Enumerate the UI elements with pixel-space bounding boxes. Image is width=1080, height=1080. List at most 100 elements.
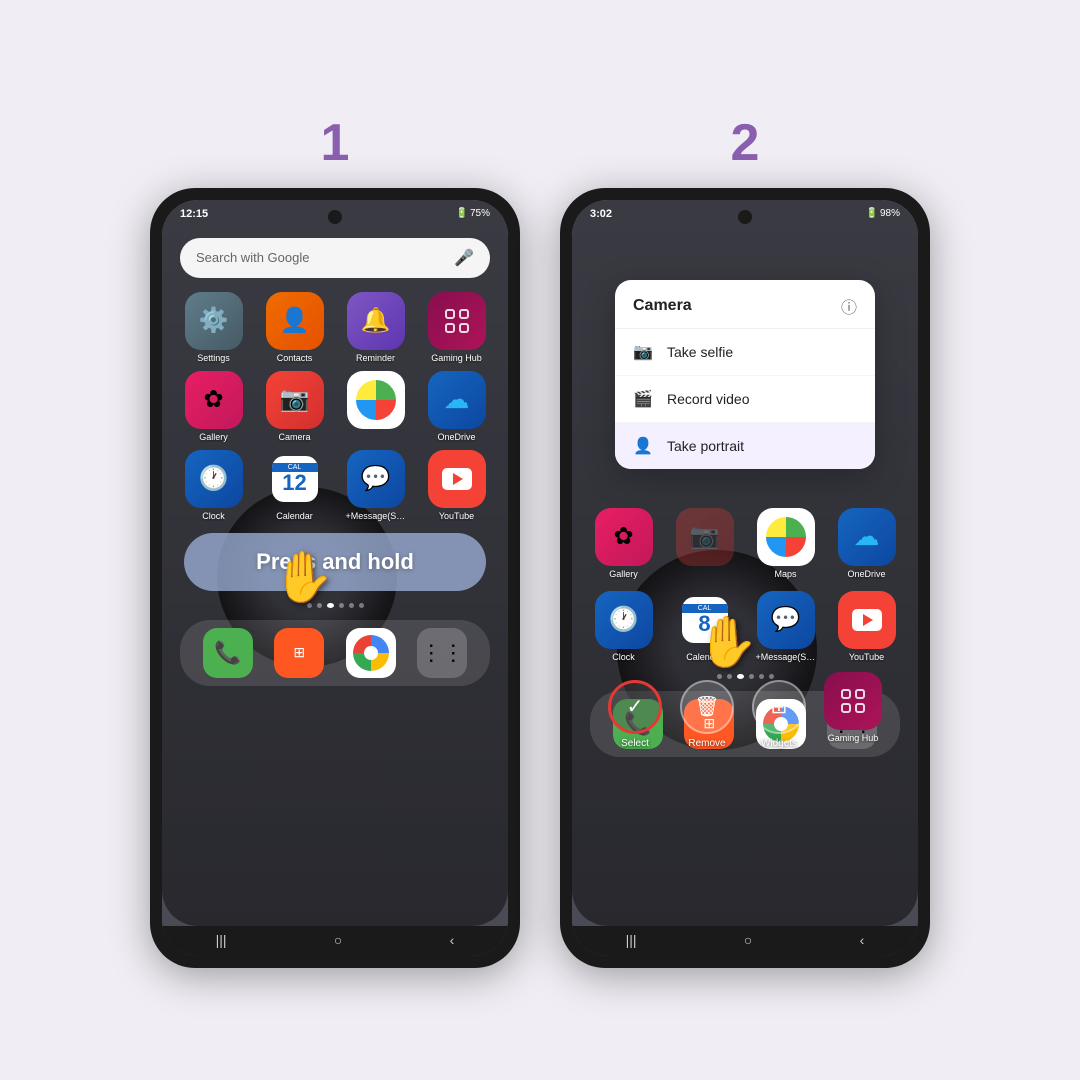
phone-1-nav-bar: ||| ○ ‹ [162,926,508,956]
onedrive-icon-2: ☁ [838,508,896,566]
app-message-2[interactable]: 💬 +Message(SM... [748,591,823,662]
app-grid-row1: ⚙️ Settings 👤 Contacts 🔔 Reminder [172,292,498,363]
clock-label: Clock [202,511,225,521]
app-onedrive[interactable]: ☁ OneDrive [419,371,494,442]
calendar-icon: CAL 12 [266,450,324,508]
gaming-dots [445,309,469,333]
app-camera[interactable]: 📷 Camera [257,371,332,442]
context-menu-header: Camera ⓘ [615,280,875,329]
clock-icon-2: 🕐 [595,591,653,649]
message-label: +Message(SM... [346,511,406,521]
app-gallery[interactable]: ✿ Gallery [176,371,251,442]
phone-1-time: 12:15 [180,208,208,220]
app-calendar[interactable]: CAL 12 Calendar [257,450,332,521]
gaming-dots-2 [841,689,865,713]
maps-label-2: Maps [774,569,796,579]
app-gaming-hub[interactable]: Gaming Hub [419,292,494,363]
phone-1-status-icons: 🔋 75% [456,208,490,219]
youtube-icon [428,450,486,508]
app-gallery-2[interactable]: ✿ Gallery [586,508,661,579]
app-clock[interactable]: 🕐 Clock [176,450,251,521]
nav-menu-icon-2: ||| [626,932,637,948]
clock-icon: 🕐 [185,450,243,508]
phone-2-status-icons: 🔋 98% [866,208,900,219]
step-2: 2 3:02 🔋 98% [560,113,930,968]
cal-num: 12 [282,472,306,494]
app-contacts[interactable]: 👤 Contacts [257,292,332,363]
mic-icon: 🎤 [454,248,474,268]
clock-label-2: Clock [612,652,635,662]
calendar-label: Calendar [276,511,313,521]
widgets-label: Widgets [761,738,797,749]
selfie-icon: 📷 [633,342,653,362]
phone-2-home: Camera ⓘ 📷 Take selfie 🎬 Record video [572,200,918,926]
phone-1-notch [328,210,342,224]
context-menu-info-icon[interactable]: ⓘ [841,294,857,318]
reminder-icon: 🔔 [347,292,405,350]
nav-back-icon: ‹ [450,932,455,948]
dot2-5 [759,674,764,679]
portrait-icon: 👤 [633,436,653,456]
app-clock-2[interactable]: 🕐 Clock [586,591,661,662]
page-dots-1 [172,599,498,612]
message-icon-2: 💬 [757,591,815,649]
nav-home-icon-2: ○ [744,932,752,948]
context-menu-take-portrait[interactable]: 👤 Take portrait [615,423,875,469]
context-menu: Camera ⓘ 📷 Take selfie 🎬 Record video [615,280,875,469]
app-maps-placeholder [338,371,413,442]
remove-circle: 🗑 [680,680,734,734]
context-menu-record-video[interactable]: 🎬 Record video [615,376,875,423]
dot-6 [359,603,364,608]
dock-chrome-icon[interactable] [346,628,396,678]
context-menu-take-selfie[interactable]: 📷 Take selfie [615,329,875,376]
main-container: 1 12:15 🔋 75% [120,83,960,998]
app-gaming-hub-2[interactable]: Gaming Hub [824,672,882,743]
action-select[interactable]: ✓ Select [608,680,662,751]
take-selfie-text: Take selfie [667,344,733,360]
battery-level-2: 98% [880,208,900,219]
nav-back-icon-2: ‹ [860,932,865,948]
maps-circle [356,380,396,420]
maps-icon-2 [757,508,815,566]
maps-icon [347,371,405,429]
app-onedrive-2[interactable]: ☁ OneDrive [829,508,904,579]
remove-label: Remove [688,738,725,749]
onedrive-icon: ☁ [428,371,486,429]
phone-1-home: Search with Google 🎤 ⚙️ Settings 👤 Conta… [162,200,508,926]
youtube-icon-2 [838,591,896,649]
app-maps-2[interactable]: Maps [748,508,823,579]
dock-apps-icon[interactable]: ⋮⋮ [417,628,467,678]
hand-cursor-2: ✋ [697,613,759,672]
calendar-inner: CAL 12 [272,456,318,502]
action-widgets[interactable]: ⊞ Widgets [752,680,806,751]
widgets-circle: ⊞ [752,680,806,734]
reminder-label: Reminder [356,353,395,363]
action-remove[interactable]: 🗑 Remove [680,680,734,751]
dock-samsung-icon[interactable]: ⊞ [274,628,324,678]
app-reminder[interactable]: 🔔 Reminder [338,292,413,363]
youtube-label: YouTube [439,511,474,521]
settings-label: Settings [197,353,230,363]
chrome-icon [353,635,389,671]
contacts-icon: 👤 [266,292,324,350]
nav-home-icon: ○ [334,932,342,948]
search-text: Search with Google [196,250,309,265]
app-message[interactable]: 💬 +Message(SM... [338,450,413,521]
record-icon: 🎬 [633,389,653,409]
take-portrait-text: Take portrait [667,438,744,454]
dock-phone-icon[interactable]: 📞 [203,628,253,678]
onedrive-label: OneDrive [437,432,475,442]
app-youtube-2[interactable]: YouTube [829,591,904,662]
settings-icon: ⚙️ [185,292,243,350]
phone-2-nav-bar: ||| ○ ‹ [572,926,918,956]
app-youtube[interactable]: YouTube [419,450,494,521]
search-bar[interactable]: Search with Google 🎤 [180,238,490,278]
step-1: 1 12:15 🔋 75% [150,113,520,968]
gaming-hub-icon [428,292,486,350]
dot2-1 [717,674,722,679]
yt-play [442,468,472,490]
select-label: Select [621,738,649,749]
youtube-label-2: YouTube [849,652,884,662]
app-settings[interactable]: ⚙️ Settings [176,292,251,363]
app-camera-2[interactable]: 📷 [667,508,742,579]
